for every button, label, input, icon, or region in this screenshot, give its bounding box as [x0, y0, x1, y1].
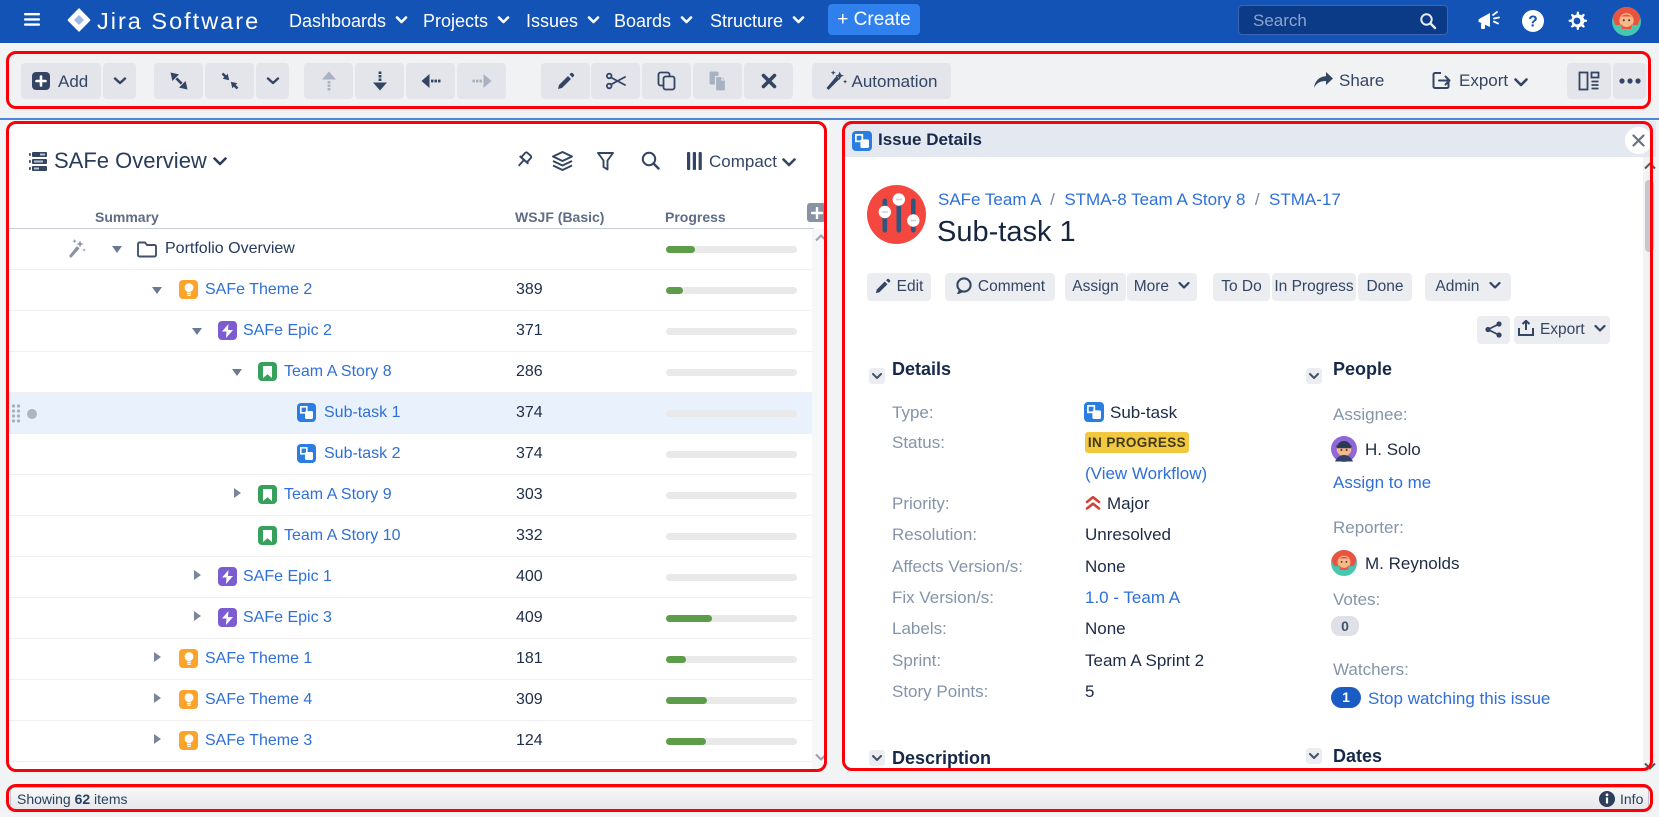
svg-text:Add: Add	[58, 72, 88, 91]
svg-text:?: ?	[1528, 14, 1537, 31]
svg-text:Automation: Automation	[851, 72, 937, 91]
